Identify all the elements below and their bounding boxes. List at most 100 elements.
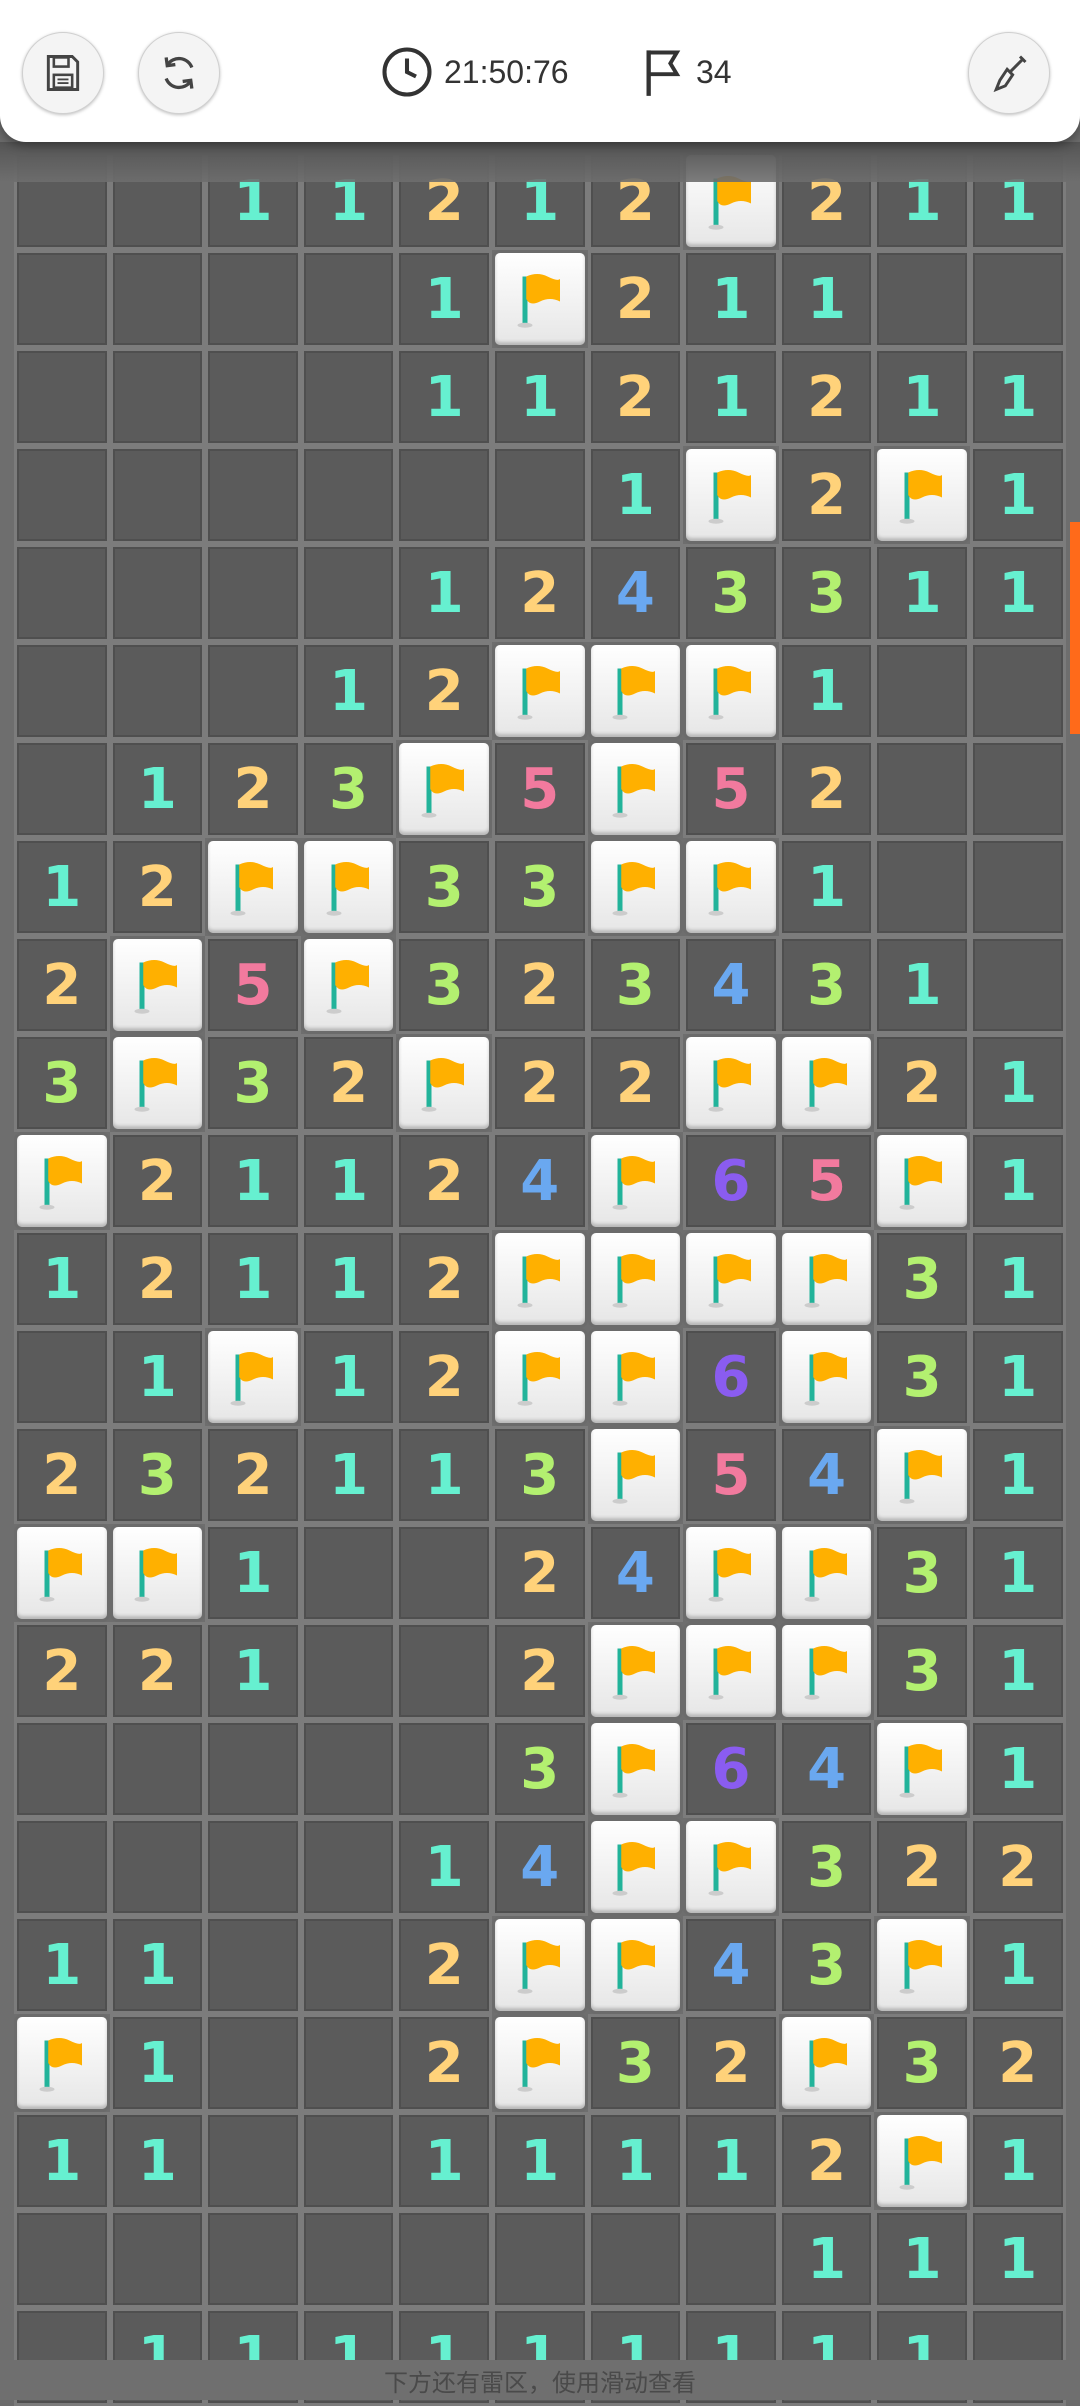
empty-cell[interactable] xyxy=(300,1818,397,1916)
flagged-cell[interactable] xyxy=(109,936,206,1034)
number-cell[interactable]: 1 xyxy=(491,348,588,446)
flagged-cell[interactable] xyxy=(491,1230,588,1328)
flagged-cell[interactable] xyxy=(683,1524,779,1622)
flagged-cell[interactable] xyxy=(491,250,588,348)
flagged-cell[interactable] xyxy=(587,1916,684,2014)
flagged-cell[interactable] xyxy=(874,1720,970,1818)
number-cell[interactable]: 1 xyxy=(969,2210,1066,2308)
number-cell[interactable]: 1 xyxy=(874,544,970,642)
number-cell[interactable]: 4 xyxy=(491,1132,588,1230)
number-cell[interactable]: 2 xyxy=(587,250,684,348)
number-cell[interactable]: 3 xyxy=(778,1916,875,2014)
empty-cell[interactable] xyxy=(14,348,110,446)
number-cell[interactable]: 1 xyxy=(14,2112,110,2210)
empty-cell[interactable] xyxy=(205,250,301,348)
flagged-cell[interactable] xyxy=(874,1916,970,2014)
empty-cell[interactable] xyxy=(300,1720,397,1818)
flagged-cell[interactable] xyxy=(205,838,301,936)
number-cell[interactable]: 1 xyxy=(969,1132,1066,1230)
number-cell[interactable]: 3 xyxy=(109,1426,206,1524)
number-cell[interactable]: 1 xyxy=(14,1916,110,2014)
empty-cell[interactable] xyxy=(300,446,397,544)
number-cell[interactable]: 2 xyxy=(491,936,588,1034)
number-cell[interactable]: 2 xyxy=(205,1426,301,1524)
empty-cell[interactable] xyxy=(969,250,1066,348)
flagged-cell[interactable] xyxy=(300,936,397,1034)
flagged-cell[interactable] xyxy=(874,1132,970,1230)
flagged-cell[interactable] xyxy=(14,1524,110,1622)
number-cell[interactable]: 1 xyxy=(14,1230,110,1328)
number-cell[interactable]: 1 xyxy=(683,2112,779,2210)
number-cell[interactable]: 2 xyxy=(109,1230,206,1328)
empty-cell[interactable] xyxy=(396,1720,492,1818)
flagged-cell[interactable] xyxy=(683,1034,779,1132)
number-cell[interactable]: 4 xyxy=(778,1426,875,1524)
number-cell[interactable]: 3 xyxy=(14,1034,110,1132)
number-cell[interactable]: 5 xyxy=(683,1426,779,1524)
number-cell[interactable]: 3 xyxy=(491,1720,588,1818)
number-cell[interactable]: 2 xyxy=(14,1622,110,1720)
number-cell[interactable]: 4 xyxy=(491,1818,588,1916)
number-cell[interactable]: 3 xyxy=(396,936,492,1034)
number-cell[interactable]: 1 xyxy=(205,1132,301,1230)
empty-cell[interactable] xyxy=(874,740,970,838)
empty-cell[interactable] xyxy=(969,642,1066,740)
flagged-cell[interactable] xyxy=(587,1132,684,1230)
number-cell[interactable]: 2 xyxy=(491,1034,588,1132)
number-cell[interactable]: 1 xyxy=(109,1328,206,1426)
flagged-cell[interactable] xyxy=(683,642,779,740)
flagged-cell[interactable] xyxy=(683,838,779,936)
number-cell[interactable]: 2 xyxy=(109,1622,206,1720)
number-cell[interactable]: 1 xyxy=(683,250,779,348)
empty-cell[interactable] xyxy=(969,838,1066,936)
empty-cell[interactable] xyxy=(396,446,492,544)
flagged-cell[interactable] xyxy=(14,2014,110,2112)
number-cell[interactable]: 1 xyxy=(969,1720,1066,1818)
empty-cell[interactable] xyxy=(14,740,110,838)
empty-cell[interactable] xyxy=(969,740,1066,838)
flagged-cell[interactable] xyxy=(396,740,492,838)
number-cell[interactable]: 3 xyxy=(874,1328,970,1426)
number-cell[interactable]: 1 xyxy=(969,544,1066,642)
number-cell[interactable]: 5 xyxy=(778,1132,875,1230)
number-cell[interactable]: 1 xyxy=(778,642,875,740)
empty-cell[interactable] xyxy=(683,2210,779,2308)
number-cell[interactable]: 2 xyxy=(14,1426,110,1524)
empty-cell[interactable] xyxy=(300,250,397,348)
flagged-cell[interactable] xyxy=(491,1328,588,1426)
number-cell[interactable]: 1 xyxy=(300,1328,397,1426)
number-cell[interactable]: 1 xyxy=(14,838,110,936)
number-cell[interactable]: 1 xyxy=(396,544,492,642)
number-cell[interactable]: 1 xyxy=(205,1230,301,1328)
empty-cell[interactable] xyxy=(14,1818,110,1916)
number-cell[interactable]: 1 xyxy=(969,1034,1066,1132)
flagged-cell[interactable] xyxy=(778,1622,875,1720)
number-cell[interactable]: 3 xyxy=(778,936,875,1034)
empty-cell[interactable] xyxy=(14,1328,110,1426)
flagged-cell[interactable] xyxy=(683,1622,779,1720)
flagged-cell[interactable] xyxy=(587,1818,684,1916)
number-cell[interactable]: 2 xyxy=(874,1034,970,1132)
flagged-cell[interactable] xyxy=(205,1328,301,1426)
number-cell[interactable]: 1 xyxy=(683,348,779,446)
number-cell[interactable]: 2 xyxy=(396,1132,492,1230)
flagged-cell[interactable] xyxy=(14,1132,110,1230)
number-cell[interactable]: 3 xyxy=(396,838,492,936)
number-cell[interactable]: 1 xyxy=(874,2210,970,2308)
number-cell[interactable]: 2 xyxy=(396,1916,492,2014)
flagged-cell[interactable] xyxy=(491,1916,588,2014)
flagged-cell[interactable] xyxy=(491,2014,588,2112)
number-cell[interactable]: 1 xyxy=(491,2112,588,2210)
number-cell[interactable]: 3 xyxy=(874,1622,970,1720)
number-cell[interactable]: 2 xyxy=(491,1524,588,1622)
number-cell[interactable]: 2 xyxy=(778,740,875,838)
number-cell[interactable]: 1 xyxy=(587,2112,684,2210)
empty-cell[interactable] xyxy=(14,642,110,740)
number-cell[interactable]: 2 xyxy=(396,2014,492,2112)
number-cell[interactable]: 2 xyxy=(205,740,301,838)
empty-cell[interactable] xyxy=(300,1524,397,1622)
number-cell[interactable]: 1 xyxy=(205,1622,301,1720)
number-cell[interactable]: 4 xyxy=(587,544,684,642)
flagged-cell[interactable] xyxy=(587,1720,684,1818)
empty-cell[interactable] xyxy=(205,2210,301,2308)
